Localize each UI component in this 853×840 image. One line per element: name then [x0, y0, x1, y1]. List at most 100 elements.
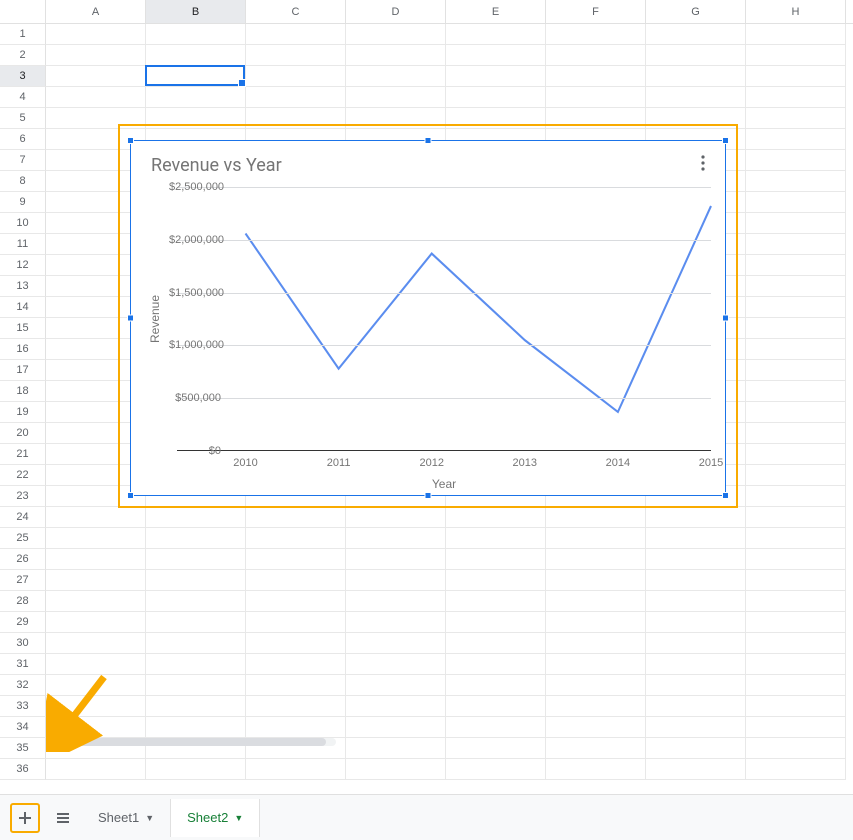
cell[interactable]	[346, 717, 446, 738]
cell[interactable]	[446, 612, 546, 633]
cell[interactable]	[546, 612, 646, 633]
cell[interactable]	[746, 549, 846, 570]
cell[interactable]	[46, 87, 146, 108]
resize-handle-n[interactable]	[425, 137, 432, 144]
cell[interactable]	[346, 24, 446, 45]
cell[interactable]	[346, 549, 446, 570]
cell[interactable]	[746, 276, 846, 297]
row-header[interactable]: 34	[0, 717, 46, 738]
cell[interactable]	[546, 717, 646, 738]
cell[interactable]	[746, 129, 846, 150]
cell[interactable]	[246, 24, 346, 45]
cell[interactable]	[346, 654, 446, 675]
cell[interactable]	[746, 633, 846, 654]
cell[interactable]	[746, 528, 846, 549]
row-header[interactable]: 3	[0, 66, 46, 87]
cell[interactable]	[746, 507, 846, 528]
cell[interactable]	[146, 654, 246, 675]
cell[interactable]	[346, 759, 446, 780]
cell[interactable]	[146, 87, 246, 108]
cell[interactable]	[746, 255, 846, 276]
cell[interactable]	[146, 696, 246, 717]
cell[interactable]	[46, 66, 146, 87]
row-header[interactable]: 20	[0, 423, 46, 444]
cell[interactable]	[746, 66, 846, 87]
cell[interactable]	[746, 339, 846, 360]
cell[interactable]	[646, 696, 746, 717]
row-header[interactable]: 24	[0, 507, 46, 528]
cell[interactable]	[146, 675, 246, 696]
resize-handle-e[interactable]	[722, 315, 729, 322]
cell[interactable]	[746, 402, 846, 423]
cell[interactable]	[446, 507, 546, 528]
cell[interactable]	[346, 738, 446, 759]
cell[interactable]	[346, 612, 446, 633]
cell[interactable]	[446, 528, 546, 549]
cell[interactable]	[746, 612, 846, 633]
cell[interactable]	[546, 507, 646, 528]
cell[interactable]	[146, 528, 246, 549]
row-header[interactable]: 21	[0, 444, 46, 465]
row-header[interactable]: 35	[0, 738, 46, 759]
cell[interactable]	[646, 675, 746, 696]
add-sheet-button[interactable]	[10, 803, 40, 833]
cell[interactable]	[746, 570, 846, 591]
cell[interactable]	[246, 549, 346, 570]
column-header[interactable]: B	[146, 0, 246, 23]
resize-handle-se[interactable]	[722, 492, 729, 499]
cell[interactable]	[46, 675, 146, 696]
cell[interactable]	[446, 45, 546, 66]
embedded-chart[interactable]: Revenue vs Year Revenue Year $0$500,000$…	[130, 140, 726, 496]
cell[interactable]	[746, 108, 846, 129]
cell[interactable]	[246, 528, 346, 549]
cell[interactable]	[346, 45, 446, 66]
resize-handle-s[interactable]	[425, 492, 432, 499]
cell[interactable]	[746, 444, 846, 465]
cell[interactable]	[146, 759, 246, 780]
resize-handle-sw[interactable]	[127, 492, 134, 499]
row-header[interactable]: 33	[0, 696, 46, 717]
cell[interactable]	[46, 549, 146, 570]
cell[interactable]	[46, 654, 146, 675]
cell[interactable]	[246, 675, 346, 696]
cell[interactable]	[746, 486, 846, 507]
cell[interactable]	[246, 612, 346, 633]
cell[interactable]	[146, 45, 246, 66]
cell[interactable]	[246, 87, 346, 108]
cell[interactable]	[746, 591, 846, 612]
cell[interactable]	[746, 192, 846, 213]
cell[interactable]	[746, 234, 846, 255]
cell[interactable]	[246, 591, 346, 612]
row-header[interactable]: 11	[0, 234, 46, 255]
cell[interactable]	[446, 738, 546, 759]
cell[interactable]	[646, 738, 746, 759]
cell[interactable]	[546, 654, 646, 675]
row-header[interactable]: 17	[0, 360, 46, 381]
cell[interactable]	[146, 24, 246, 45]
cell[interactable]	[646, 24, 746, 45]
cell[interactable]	[746, 696, 846, 717]
resize-handle-w[interactable]	[127, 315, 134, 322]
cell[interactable]	[746, 87, 846, 108]
cell[interactable]	[746, 318, 846, 339]
cell[interactable]	[246, 45, 346, 66]
column-header[interactable]: A	[46, 0, 146, 23]
row-header[interactable]: 27	[0, 570, 46, 591]
cell[interactable]	[446, 66, 546, 87]
cell[interactable]	[446, 717, 546, 738]
cell[interactable]	[746, 654, 846, 675]
cell[interactable]	[546, 87, 646, 108]
cell[interactable]	[646, 570, 746, 591]
cell[interactable]	[46, 528, 146, 549]
cell[interactable]	[46, 759, 146, 780]
cell[interactable]	[146, 549, 246, 570]
cell[interactable]	[746, 45, 846, 66]
scrollbar-thumb[interactable]	[46, 738, 326, 746]
row-header[interactable]: 25	[0, 528, 46, 549]
sheet-tab-sheet1[interactable]: Sheet1 ▼	[82, 799, 171, 837]
cell[interactable]	[746, 717, 846, 738]
cell[interactable]	[646, 759, 746, 780]
cell[interactable]	[646, 717, 746, 738]
cell[interactable]	[46, 612, 146, 633]
row-header[interactable]: 5	[0, 108, 46, 129]
